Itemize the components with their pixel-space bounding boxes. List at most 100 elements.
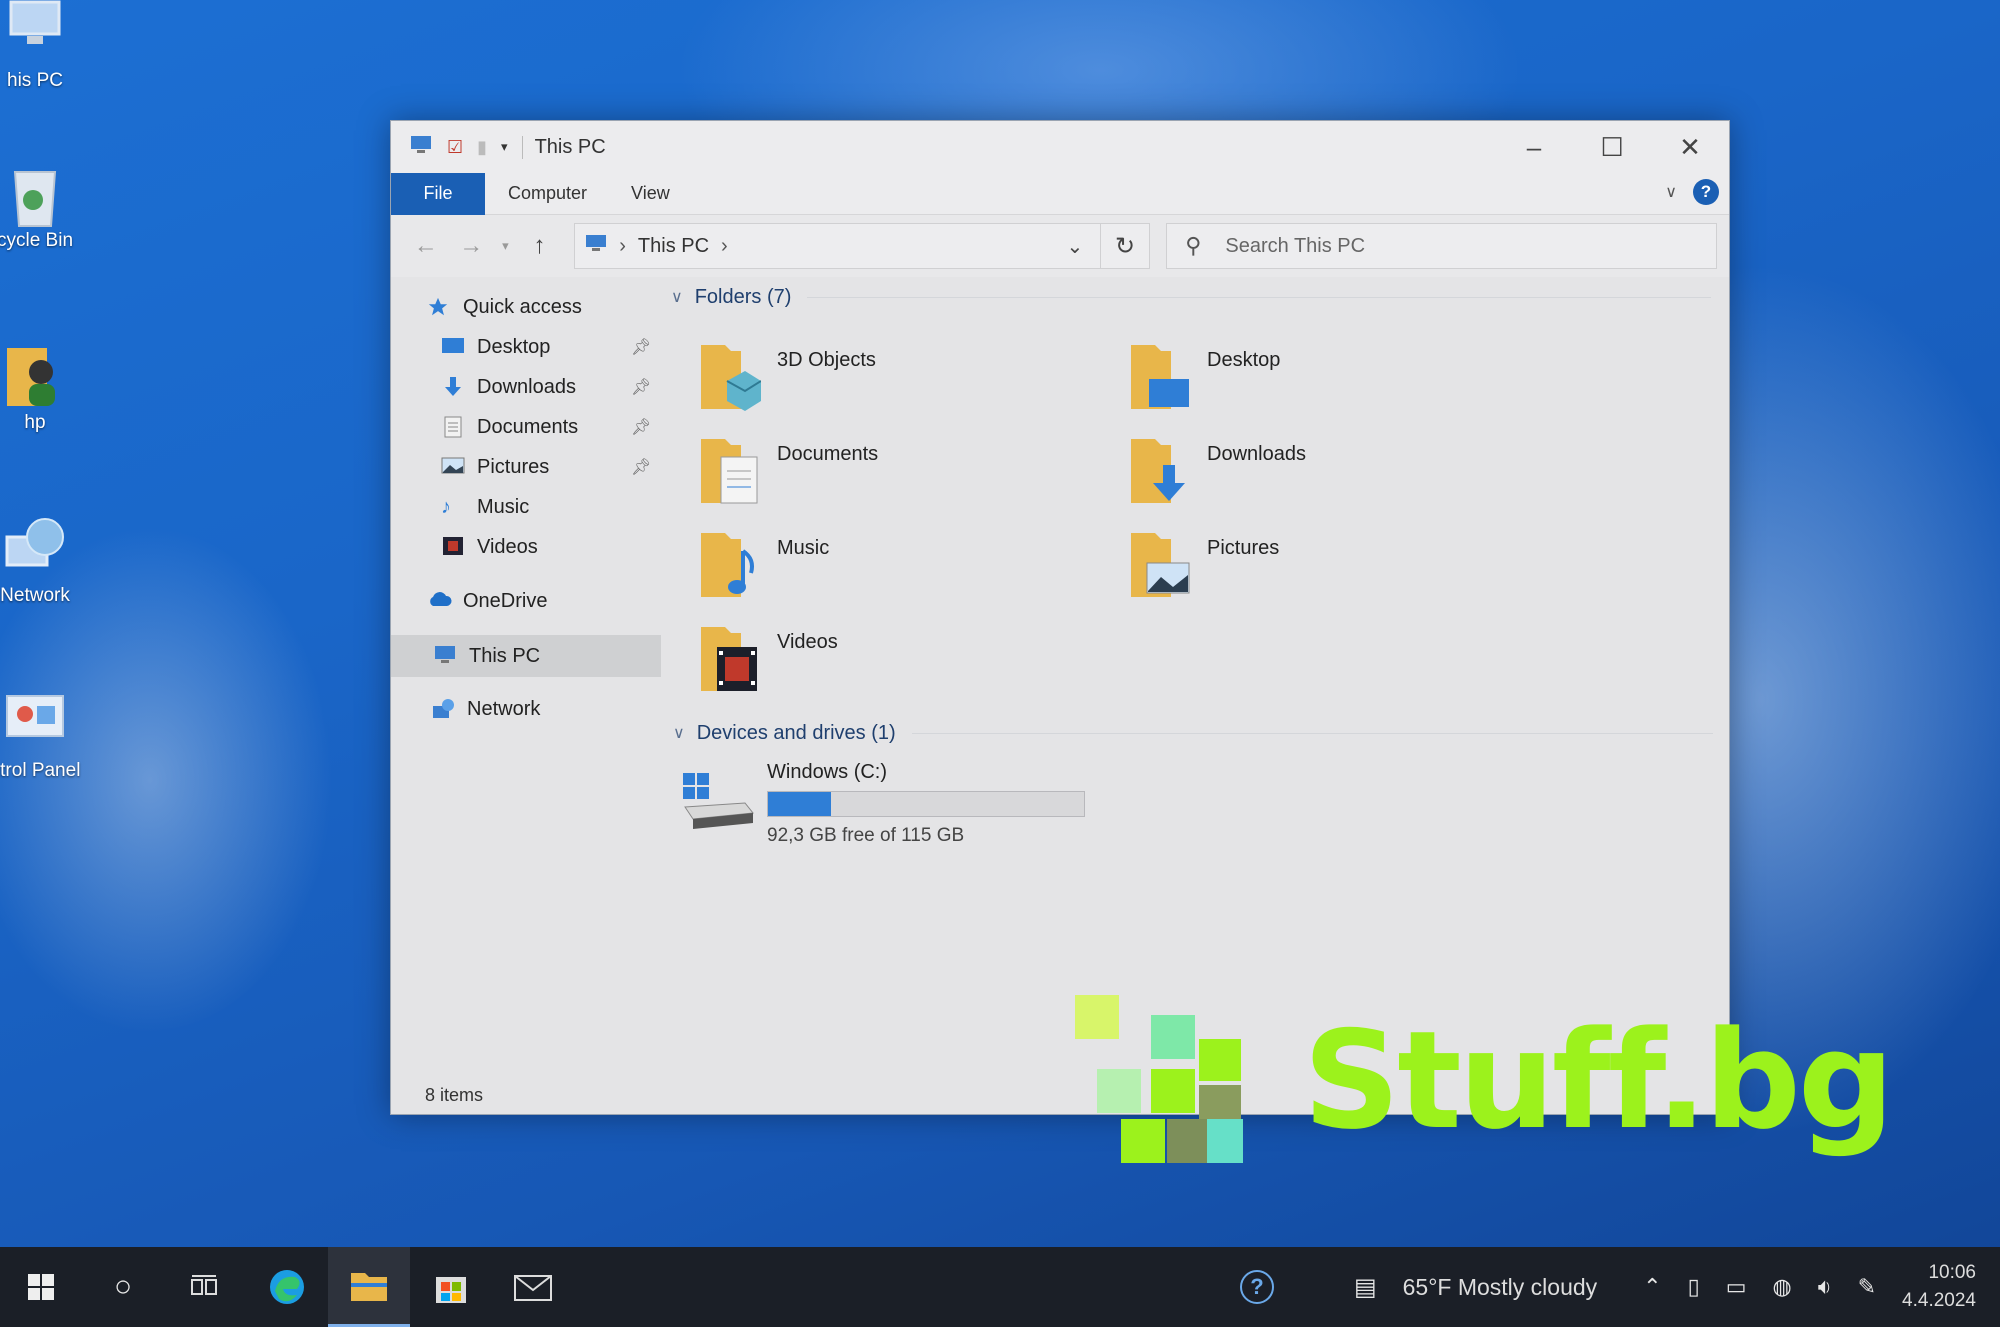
address-bar[interactable]: › This PC › ⌄ (574, 223, 1101, 269)
folder-desktop-icon (1129, 341, 1191, 413)
control-panel-icon (3, 690, 67, 754)
address-dropdown-chevron-icon[interactable]: ⌄ (1050, 234, 1100, 259)
this-pc-icon (409, 135, 433, 160)
weather-icon[interactable]: ▤ (1354, 1273, 1377, 1302)
folder-3d-objects[interactable]: 3D Objects (699, 341, 1079, 421)
folders-group-header[interactable]: ∨ Folders (7) (671, 279, 1711, 315)
cortana-circle-icon[interactable]: ○ (82, 1247, 164, 1327)
folder-desktop[interactable]: Desktop (1129, 341, 1509, 421)
folder-label: Music (777, 537, 830, 559)
customize-toolbar-chevron-icon[interactable]: ▾ (501, 139, 508, 155)
desktop-icon-control-panel[interactable]: ntrol Panel (0, 690, 90, 782)
sidebar-item-quick-access[interactable]: Quick access (391, 287, 661, 327)
sidebar-item-desktop[interactable]: Desktop 📌︎ (391, 327, 661, 367)
desktop-icon-this-pc[interactable]: his PC (0, 0, 90, 92)
edge-browser-icon[interactable] (246, 1247, 328, 1327)
pin-icon[interactable]: 📌︎ (631, 337, 651, 357)
this-pc-icon (433, 645, 459, 667)
volume-icon[interactable]: 🔉︎ (1818, 1274, 1832, 1300)
this-pc-icon (585, 234, 607, 258)
sidebar-item-label: Quick access (463, 295, 582, 318)
pin-icon[interactable]: 📌︎ (631, 457, 651, 477)
devices-group-header[interactable]: ∨ Devices and drives (1) (673, 715, 1713, 751)
breadcrumb-chevron-icon[interactable]: › (721, 235, 728, 258)
breadcrumb-this-pc[interactable]: This PC (638, 235, 709, 258)
recent-locations-chevron-icon[interactable]: ▾ (494, 238, 517, 254)
clock[interactable]: 10:06 4.4.2024 (1902, 1259, 1976, 1314)
drive-label: Windows (C:) (767, 761, 888, 783)
folder-3d-objects-icon (699, 341, 762, 413)
close-button[interactable]: ✕ (1651, 121, 1729, 173)
sidebar-item-this-pc[interactable]: This PC (391, 635, 661, 677)
mail-icon[interactable] (492, 1247, 574, 1327)
navigation-bar: ← → ▾ ↑ › This PC › ⌄ ↻ ⚲ Search This PC (391, 215, 1729, 277)
folder-label: Desktop (1207, 349, 1281, 371)
sidebar-item-downloads[interactable]: Downloads 📌︎ (391, 367, 661, 407)
tab-computer[interactable]: Computer (486, 173, 609, 215)
help-tips-icon[interactable]: ? (1239, 1270, 1274, 1304)
drive-windows-c[interactable]: Windows (C:) 92,3 GB free of 115 GB (681, 761, 1101, 851)
pictures-icon (441, 456, 467, 478)
folder-label: Pictures (1207, 537, 1280, 559)
sidebar-item-videos[interactable]: Videos (391, 527, 661, 567)
folder-downloads[interactable]: Downloads (1129, 435, 1509, 515)
search-input[interactable]: Search This PC (1225, 235, 1365, 258)
collapse-chevron-icon[interactable]: ∨ (671, 287, 683, 307)
network-globe-icon[interactable]: ◍ (1773, 1274, 1792, 1300)
weather-text[interactable]: 65°F Mostly cloudy (1403, 1274, 1598, 1301)
pen-icon[interactable]: ✎ (1858, 1274, 1876, 1300)
folder-videos[interactable]: Videos (699, 623, 1079, 703)
folder-pictures-icon (1129, 529, 1191, 601)
clock-time: 10:06 (1928, 1262, 1976, 1284)
refresh-icon[interactable]: ↻ (1100, 223, 1151, 269)
watermark-pixel-logo (1075, 995, 1243, 1163)
back-arrow-icon[interactable]: ← (403, 232, 449, 260)
folder-downloads-icon (1129, 435, 1191, 507)
tab-view[interactable]: View (609, 173, 692, 215)
drive-free-space: 92,3 GB free of 115 GB (767, 825, 965, 846)
sidebar-item-documents[interactable]: Documents 📌︎ (391, 407, 661, 447)
quick-access-toolbar: ☑ ▮ ▾ (409, 135, 508, 160)
hard-drive-icon (681, 769, 757, 838)
expand-ribbon-chevron-icon[interactable]: ∨ (1665, 182, 1677, 202)
folder-pictures[interactable]: Pictures (1129, 529, 1509, 609)
pin-icon[interactable]: 📌︎ (631, 417, 651, 437)
sidebar-item-label: Network (467, 697, 541, 720)
sidebar-item-onedrive[interactable]: OneDrive (391, 581, 661, 621)
desktop-icon-network[interactable]: Network (0, 515, 90, 607)
pin-icon[interactable]: 📌︎ (631, 377, 651, 397)
drive-usage-bar (767, 791, 1085, 817)
search-box[interactable]: ⚲ Search This PC (1166, 223, 1718, 269)
maximize-button[interactable]: ☐ (1573, 121, 1651, 173)
minimize-button[interactable]: – (1495, 121, 1573, 173)
sidebar-item-music[interactable]: ♪ Music (391, 487, 661, 527)
microsoft-store-icon[interactable] (410, 1247, 492, 1327)
folder-music[interactable]: Music (699, 529, 1079, 609)
sidebar-item-pictures[interactable]: Pictures 📌︎ (391, 447, 661, 487)
file-explorer-taskbar-icon[interactable] (328, 1247, 410, 1327)
folder-documents[interactable]: Documents (699, 435, 1079, 515)
battery-icon[interactable]: ▭ (1726, 1274, 1747, 1300)
desktop-icon-user-folder[interactable]: hp (0, 342, 90, 434)
system-tray: ? ▤ 65°F Mostly cloudy ⌃ ▯ ▭ ◍ 🔉︎ ✎ 10:0… (1239, 1247, 2000, 1327)
touchpad-icon[interactable]: ▯ (1688, 1274, 1700, 1300)
navigation-pane: Quick access Desktop 📌︎ Downloads 📌︎ Doc… (391, 277, 661, 1067)
help-icon[interactable]: ? (1693, 179, 1719, 205)
star-icon (427, 296, 453, 318)
folder-label: Videos (777, 631, 838, 653)
desktop-icon-label: Network (0, 585, 70, 606)
properties-check-icon[interactable]: ☑ (447, 137, 463, 158)
sidebar-item-network[interactable]: Network (391, 689, 661, 729)
content-pane: ∨ Folders (7) 3D Objects Desktop Documen… (671, 277, 1721, 1067)
forward-arrow-icon[interactable]: → (449, 232, 495, 260)
window-title: This PC (521, 135, 606, 159)
task-view-icon[interactable] (164, 1247, 246, 1327)
show-hidden-icons-chevron-icon[interactable]: ⌃ (1643, 1274, 1661, 1300)
collapse-chevron-icon[interactable]: ∨ (673, 723, 685, 743)
up-arrow-icon[interactable]: ↑ (517, 232, 563, 260)
title-bar: ☑ ▮ ▾ This PC – ☐ ✕ (391, 121, 1729, 173)
new-folder-icon[interactable]: ▮ (477, 137, 487, 158)
tab-file[interactable]: File (391, 172, 485, 215)
start-button[interactable] (0, 1247, 82, 1327)
desktop-icon-recycle-bin[interactable]: cycle Bin (0, 160, 90, 252)
